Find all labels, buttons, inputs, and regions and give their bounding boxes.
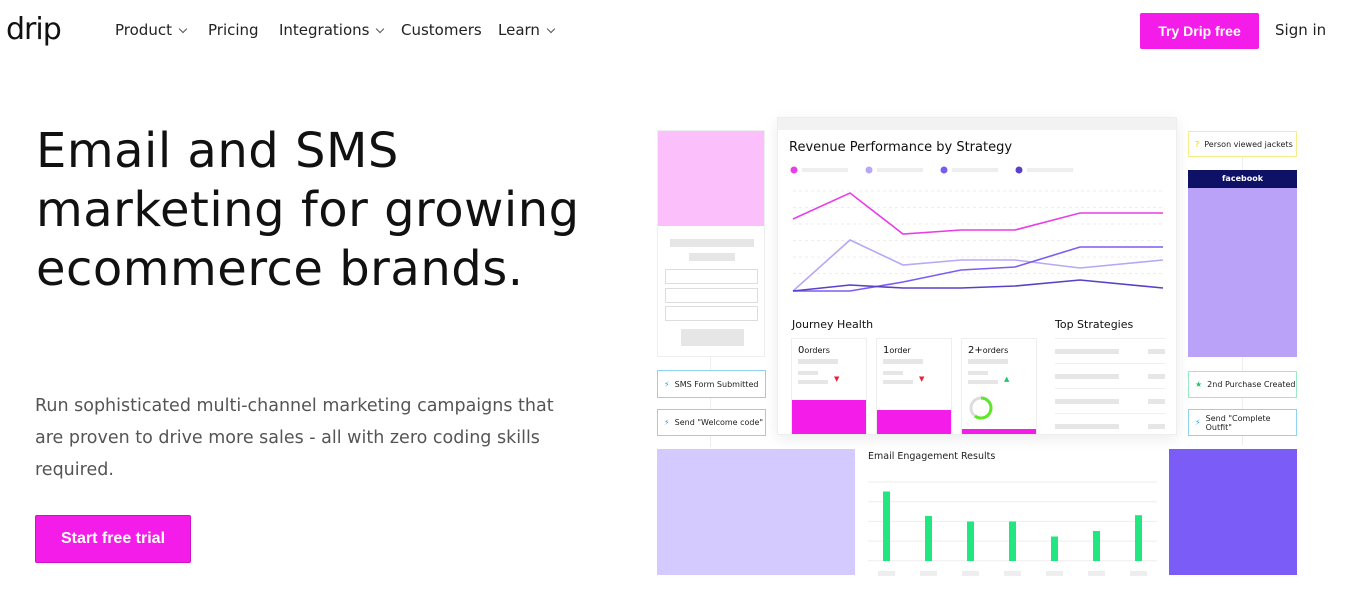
legend-label-placeholder <box>877 168 923 172</box>
legend-label-placeholder <box>1027 168 1073 172</box>
journey-bar <box>962 429 1036 434</box>
bar-label-placeholder <box>1088 571 1105 576</box>
engagement-bar <box>883 491 890 561</box>
revenue-line-chart <box>790 166 1164 292</box>
legend-label-placeholder <box>802 168 848 172</box>
journey-card: 2+orders ▲ <box>961 338 1037 435</box>
bar-label-placeholder <box>1130 571 1147 576</box>
woman-hat-image <box>1169 449 1297 575</box>
email-engagement-bar-chart <box>868 481 1157 576</box>
journey-bar <box>792 399 866 434</box>
journey-bar <box>877 410 951 434</box>
viewed-jackets-badge: ? Person viewed jackets <box>1188 131 1297 157</box>
nav-integrations[interactable]: Integrations <box>279 21 385 39</box>
nav-customers[interactable]: Customers <box>401 21 482 39</box>
donut-icon <box>969 396 993 420</box>
lightning-icon: ⚡ <box>1195 418 1201 427</box>
chevron-down-icon <box>546 24 556 34</box>
signup-form-card <box>657 130 765 357</box>
journey-card: 0orders ▼ <box>791 338 867 435</box>
facebook-ad-image: facebook <box>1188 170 1297 357</box>
phone-hand-image <box>658 131 764 226</box>
engagement-bar <box>1093 530 1100 561</box>
legend-label-placeholder <box>952 168 998 172</box>
sign-in-link[interactable]: Sign in <box>1275 21 1326 39</box>
top-strategies-title: Top Strategies <box>1055 318 1134 331</box>
second-purchase-badge: ★ 2nd Purchase Created <box>1188 371 1297 398</box>
revenue-title: Revenue Performance by Strategy <box>789 140 1013 155</box>
engagement-bar <box>1009 521 1016 561</box>
email-engagement-title: Email Engagement Results <box>868 451 996 462</box>
legend-dot <box>865 166 873 174</box>
try-drip-free-button[interactable]: Try Drip free <box>1140 13 1259 49</box>
legend-dot <box>790 166 798 174</box>
chevron-down-icon <box>178 24 188 34</box>
bar-label-placeholder <box>962 571 979 576</box>
engagement-bar <box>925 515 932 561</box>
engagement-bar <box>1051 536 1058 561</box>
bar-label-placeholder <box>878 571 895 576</box>
nav-product[interactable]: Product <box>115 21 188 39</box>
journey-health-title: Journey Health <box>792 318 874 331</box>
legend-dot <box>1015 166 1023 174</box>
nav-learn[interactable]: Learn <box>498 21 556 39</box>
bar-label-placeholder <box>1046 571 1063 576</box>
bar-label-placeholder <box>920 571 937 576</box>
nav-pricing[interactable]: Pricing <box>208 21 259 39</box>
series-line <box>792 279 1164 292</box>
hero-title: Email and SMS marketing for growing ecom… <box>36 123 580 297</box>
lightning-icon: ⚡ <box>664 418 670 427</box>
series-line <box>792 192 1163 235</box>
bar-label-placeholder <box>1004 571 1021 576</box>
engagement-bar <box>967 521 974 561</box>
trend-down-icon: ▼ <box>834 375 840 383</box>
woman-image <box>657 449 855 575</box>
drip-logo[interactable]: drip <box>6 12 62 47</box>
trend-up-icon: ▲ <box>1004 375 1010 383</box>
welcome-code-badge: ⚡ Send "Welcome code" <box>657 409 766 436</box>
chevron-down-icon <box>376 24 385 34</box>
legend-dot <box>940 166 948 174</box>
journey-card: 1order ▼ <box>876 338 952 435</box>
start-free-trial-button[interactable]: Start free trial <box>35 515 191 563</box>
lightning-icon: ⚡ <box>664 379 670 389</box>
hero-subtitle: Run sophisticated multi-channel marketin… <box>35 396 554 480</box>
sms-form-badge: ⚡ SMS Form Submitted <box>657 370 766 398</box>
question-icon: ? <box>1195 139 1200 149</box>
star-icon: ★ <box>1195 380 1203 389</box>
complete-outfit-badge: ⚡ Send "Complete Outfit" <box>1188 409 1297 436</box>
trend-down-icon: ▼ <box>919 375 925 383</box>
engagement-bar <box>1135 515 1142 561</box>
